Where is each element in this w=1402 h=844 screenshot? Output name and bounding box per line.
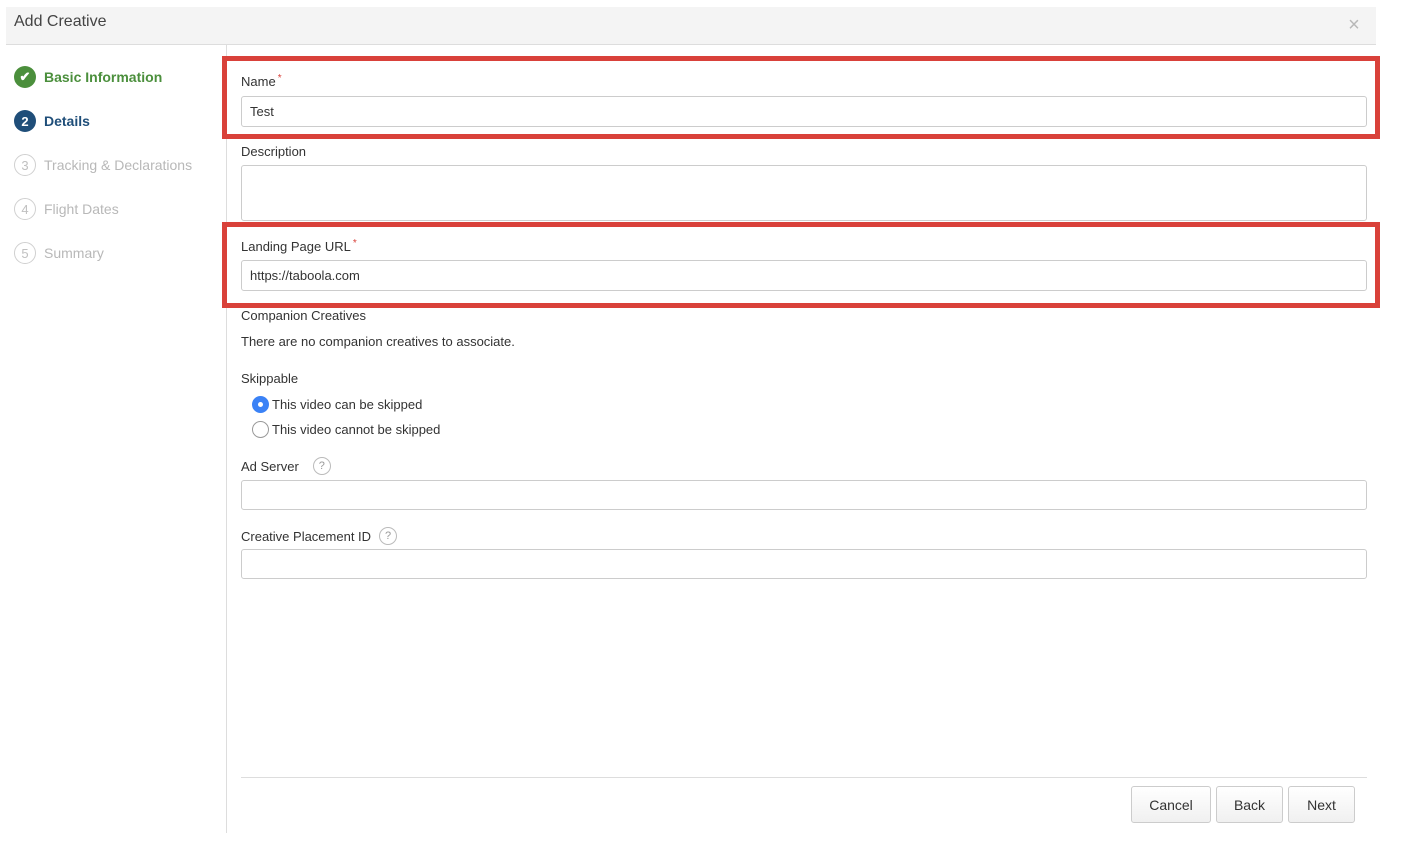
landing-url-input[interactable] [241,260,1367,291]
companion-label: Companion Creatives [241,308,366,323]
radio-skippable-yes[interactable]: This video can be skipped [252,395,422,413]
step-number: 2 [14,110,36,132]
skippable-label: Skippable [241,371,298,386]
ad-server-input[interactable] [241,480,1367,510]
step-tracking-declarations[interactable]: 3 Tracking & Declarations [14,153,192,177]
ad-server-label-text: Ad Server [241,458,299,474]
step-details[interactable]: 2 Details [14,109,90,133]
step-number: 3 [14,154,36,176]
description-label-text: Description [241,144,307,159]
step-basic-information[interactable]: ✔ Basic Information [14,65,162,89]
step-flight-dates[interactable]: 4 Flight Dates [14,197,119,221]
help-icon[interactable]: ? [312,457,331,475]
step-label: Basic Information [44,69,163,85]
help-icon[interactable]: ? [379,527,398,545]
step-label: Tracking & Declarations [44,157,193,173]
step-label: Summary [44,245,104,261]
step-label: Flight Dates [44,201,119,217]
ad-server-label: Ad Server ? [241,457,331,475]
description-textarea[interactable] [241,165,1367,221]
radio-button[interactable] [252,420,269,438]
landing-url-label-text: Landing Page URL [241,239,351,254]
wizard-steps: ✔ Basic Information 2 Details 3 Tracking… [6,45,227,833]
companion-label-text: Companion Creatives [241,308,367,323]
skippable-label-text: Skippable [241,371,299,386]
next-button[interactable]: Next [1288,786,1355,823]
radio-skippable-no[interactable]: This video cannot be skipped [252,420,440,438]
radio-label: This video cannot be skipped [272,421,441,437]
placement-id-label: Creative Placement ID ? [241,527,398,545]
dialog-title: Add Creative [14,13,107,30]
footer-divider [241,777,1367,778]
close-icon[interactable]: × [1346,15,1362,35]
dialog-header: Add Creative × [6,7,1376,45]
companion-empty-text: There are no companion creatives to asso… [241,334,515,349]
description-label: Description [241,144,306,159]
name-label: Name * [241,73,282,89]
step-summary[interactable]: 5 Summary [14,241,104,265]
add-creative-dialog: Add Creative × ✔ Basic Information 2 Det… [6,7,1376,833]
placement-id-input[interactable] [241,549,1367,579]
landing-url-label: Landing Page URL * [241,238,357,254]
step-number: 5 [14,242,36,264]
check-icon: ✔ [14,66,36,88]
step-label: Details [44,113,90,129]
placement-id-label-text: Creative Placement ID [241,528,372,544]
cancel-button[interactable]: Cancel [1131,786,1211,823]
required-marker: * [352,238,357,249]
radio-label: This video can be skipped [272,396,423,412]
radio-button-selected[interactable] [252,395,269,413]
name-label-text: Name [241,74,276,89]
name-input[interactable] [241,96,1367,127]
required-marker: * [277,73,282,84]
back-button[interactable]: Back [1216,786,1283,823]
step-number: 4 [14,198,36,220]
